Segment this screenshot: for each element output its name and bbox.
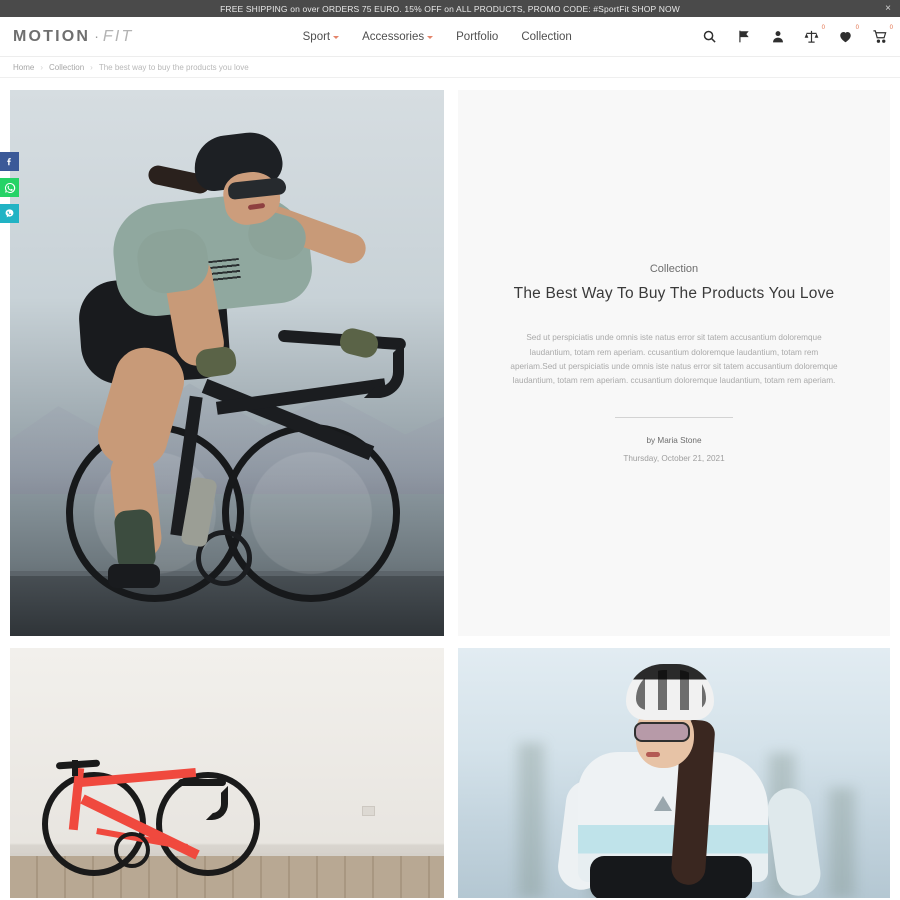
whatsapp-icon xyxy=(4,182,15,193)
chevron-down-icon xyxy=(427,36,434,39)
nav-item-accessories[interactable]: Accessories xyxy=(362,30,434,43)
logo-text-secondary: FIT xyxy=(102,27,134,45)
cart-icon[interactable]: 0 xyxy=(871,25,893,45)
viber-share-button[interactable] xyxy=(0,204,19,223)
nav-label: Collection xyxy=(521,30,572,43)
article-author: by Maria Stone xyxy=(646,435,702,445)
announcement-text: FREE SHIPPING on over ORDERS 75 EURO. 15… xyxy=(220,3,680,14)
divider xyxy=(615,416,733,418)
nav-label: Sport xyxy=(302,30,331,43)
nav-label: Portfolio xyxy=(456,30,499,43)
rider-sock xyxy=(113,508,157,572)
article-excerpt: Sed ut perspiciatis unde omnis iste natu… xyxy=(510,333,838,386)
wishlist-heart-icon[interactable]: 0 xyxy=(837,25,859,45)
header-icon-group: 0 0 0 xyxy=(701,25,893,45)
wishlist-count-badge: 0 xyxy=(855,25,859,31)
compare-count-badge: 0 xyxy=(821,25,825,31)
portrait-sunglasses xyxy=(634,722,690,742)
phone-icon xyxy=(5,208,14,217)
facebook-icon xyxy=(7,158,11,166)
breadcrumb-item-current: The best way to buy the products you lov… xyxy=(98,62,249,72)
photo-cyclist-white-jersey[interactable] xyxy=(458,648,890,898)
red-bike-chainring xyxy=(114,832,150,868)
gallery-row xyxy=(10,648,890,898)
site-header: MOTION · FIT Sport Accessories Portfolio… xyxy=(0,17,900,57)
nav-label: Accessories xyxy=(362,30,425,43)
breadcrumb-separator: › xyxy=(90,62,93,72)
rider-shoe xyxy=(108,564,160,588)
account-icon[interactable] xyxy=(769,28,786,45)
breadcrumb-item-home[interactable]: Home xyxy=(13,63,34,72)
page-title: The Best Way To Buy The Products You Lov… xyxy=(513,285,835,303)
article-date: Thursday, October 21, 2021 xyxy=(623,453,725,463)
breadcrumb-item-collection[interactable]: Collection xyxy=(49,63,84,72)
page-content: Collection The Best Way To Buy The Produ… xyxy=(0,78,900,898)
facebook-share-button[interactable] xyxy=(0,152,19,171)
nav-item-sport[interactable]: Sport xyxy=(303,31,340,43)
compare-icon[interactable]: 0 xyxy=(803,25,825,45)
article-category[interactable]: Collection xyxy=(650,263,698,275)
close-icon[interactable]: × xyxy=(885,3,891,14)
nav-item-collection[interactable]: Collection xyxy=(521,31,572,43)
nav-item-portfolio[interactable]: Portfolio xyxy=(456,31,498,43)
search-icon[interactable] xyxy=(701,28,718,45)
red-bike-handlebar xyxy=(178,779,226,786)
hero-photo-cyclist-green-jersey[interactable] xyxy=(10,90,444,636)
whatsapp-share-button[interactable] xyxy=(0,178,19,197)
photo-blur-tree xyxy=(829,788,856,898)
portrait-lips xyxy=(646,752,660,757)
logo-separator-dot: · xyxy=(94,27,99,44)
portrait-helmet-vents xyxy=(636,670,706,710)
announcement-bar: FREE SHIPPING on over ORDERS 75 EURO. 15… xyxy=(0,0,900,17)
article-panel: Collection The Best Way To Buy The Produ… xyxy=(458,90,890,636)
flag-icon[interactable] xyxy=(735,28,752,45)
logo-text-primary: MOTION xyxy=(13,27,91,45)
portrait-jersey-logo xyxy=(654,796,672,811)
photo-red-road-bike[interactable] xyxy=(10,648,444,898)
hero-row: Collection The Best Way To Buy The Produ… xyxy=(10,90,890,636)
bike-front-wheel xyxy=(222,424,400,602)
photo-wall-outlet xyxy=(361,805,375,816)
cart-count-badge: 0 xyxy=(889,25,893,31)
site-logo[interactable]: MOTION · FIT xyxy=(13,28,133,46)
social-share-rail xyxy=(0,152,19,223)
breadcrumb: Home › Collection › The best way to buy … xyxy=(0,57,900,78)
main-navigation: Sport Accessories Portfolio Collection xyxy=(173,31,701,43)
chevron-down-icon xyxy=(333,36,340,39)
photo-blur-tree xyxy=(518,743,545,898)
breadcrumb-separator: › xyxy=(40,62,44,72)
